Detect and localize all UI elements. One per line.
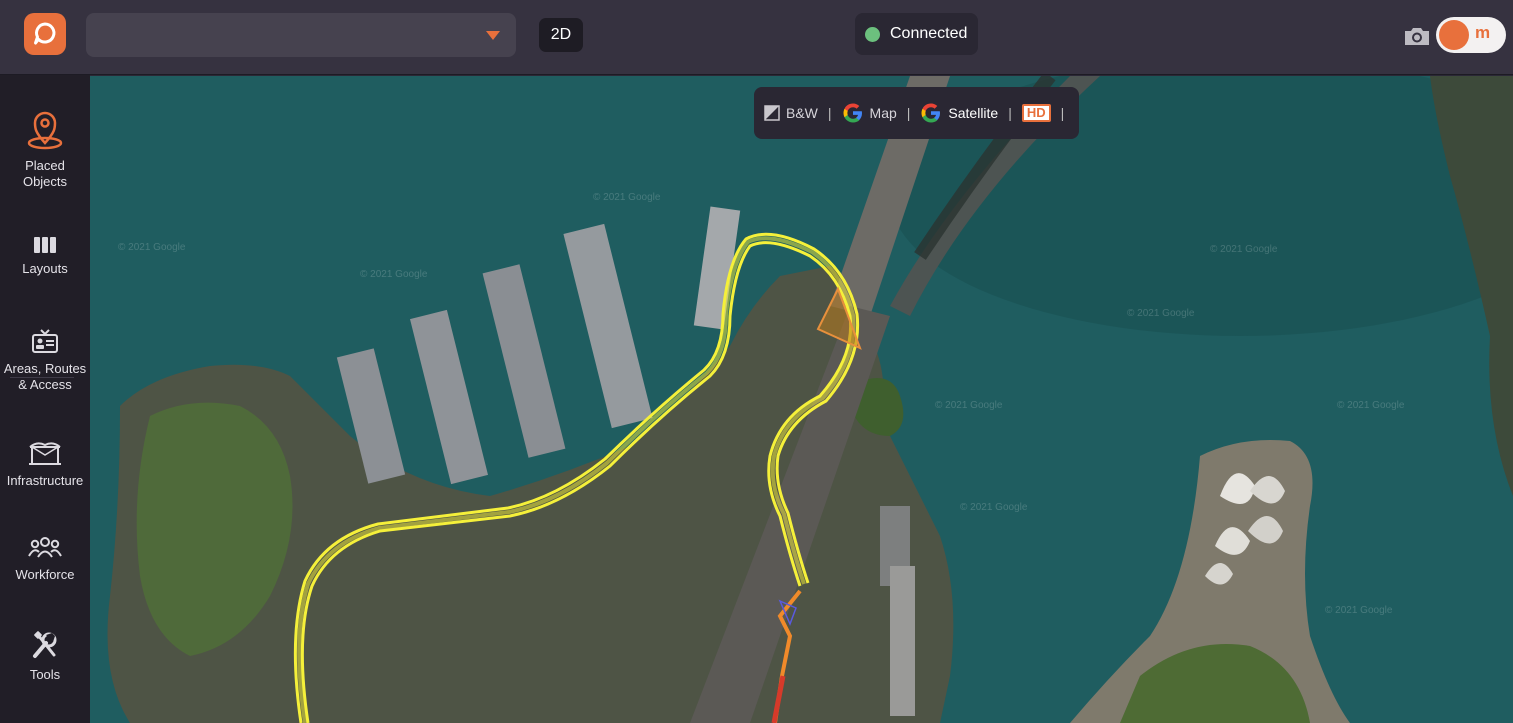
map-canvas [90,76,1513,723]
sidebar-item-label: & Access [18,377,72,392]
map-watermark: © 2021 Google [1337,400,1405,411]
logo-icon [34,22,56,45]
sidebar-item-label: Layouts [22,261,68,276]
satellite-label: Satellite [948,105,999,121]
sidebar-item-areas-routes-access[interactable]: Areas, Routes & Access [0,329,90,393]
toolbar-separator: | [1008,105,1012,121]
id-card-icon [32,329,58,353]
map-watermark: © 2021 Google [960,502,1028,513]
sidebar-item-label: Placed [25,158,65,173]
tent-structure-icon [29,442,61,465]
status-dot [865,26,880,42]
sidebar-item-workforce[interactable]: Workforce [0,535,90,583]
layout-columns-icon [34,237,56,253]
dropdown-caret-icon [486,31,500,40]
map-watermark: © 2021 Google [118,242,186,253]
google-g-icon [843,103,862,123]
map-watermark: © 2021 Google [360,269,428,280]
app-logo[interactable] [24,13,66,55]
hd-toggle-button[interactable]: HD [1021,104,1051,122]
toolbar-separator: | [906,105,911,121]
google-g-icon [921,103,941,123]
toolbar-separator: | [827,105,832,121]
map-watermark: © 2021 Google [935,400,1003,411]
tools-icon [33,631,57,658]
toolbar-separator: | [1060,105,1065,121]
sidebar-item-tools[interactable]: Tools [0,631,90,683]
bw-label: B&W [786,105,818,121]
sidebar-item-label: Tools [29,667,61,682]
sidebar-item-layouts[interactable]: Layouts [0,237,90,277]
project-select[interactable] [86,13,516,57]
user-menu-toggle[interactable]: m [1436,17,1506,53]
sidebar-item-placed-objects[interactable]: Placed Objects [0,108,90,190]
sidebar-item-label: Infrastructure [6,473,84,488]
map-label: Map [869,105,897,121]
sidebar-item-infrastructure[interactable]: Infrastructure [0,439,90,489]
map-style-satellite-button[interactable]: Satellite [920,102,998,124]
map-watermark: © 2021 Google [593,192,661,203]
bw-contrast-icon [764,105,780,121]
sidebar-item-label: Workforce [15,567,75,582]
sidebar-item-label: Objects [22,174,68,189]
sidebar: Placed Objects Layouts Areas, Routes & A… [0,75,90,723]
map-style-toolbar: B&W | Map | Satellite | HD | [754,87,1079,139]
satellite-map[interactable]: © 2021 Google © 2021 Google © 2021 Googl… [90,76,1513,723]
map-watermark: © 2021 Google [1127,308,1195,319]
user-initial: m [1475,23,1491,42]
connection-status: Connected [855,13,978,55]
location-pin-icon [27,111,63,150]
map-style-bw-button[interactable]: B&W [764,105,818,121]
view-mode-2d-button[interactable]: 2D [539,18,583,52]
connection-status-label: Connected [890,25,968,42]
camera-icon[interactable] [1403,25,1431,47]
map-watermark: © 2021 Google [1325,605,1393,616]
map-style-map-button[interactable]: Map [842,102,897,124]
map-watermark: © 2021 Google [1210,244,1278,255]
sidebar-item-label: Areas, Routes [3,361,87,376]
top-bar: 2D Connected m [0,0,1513,75]
avatar [1439,20,1469,50]
people-group-icon [28,537,62,558]
